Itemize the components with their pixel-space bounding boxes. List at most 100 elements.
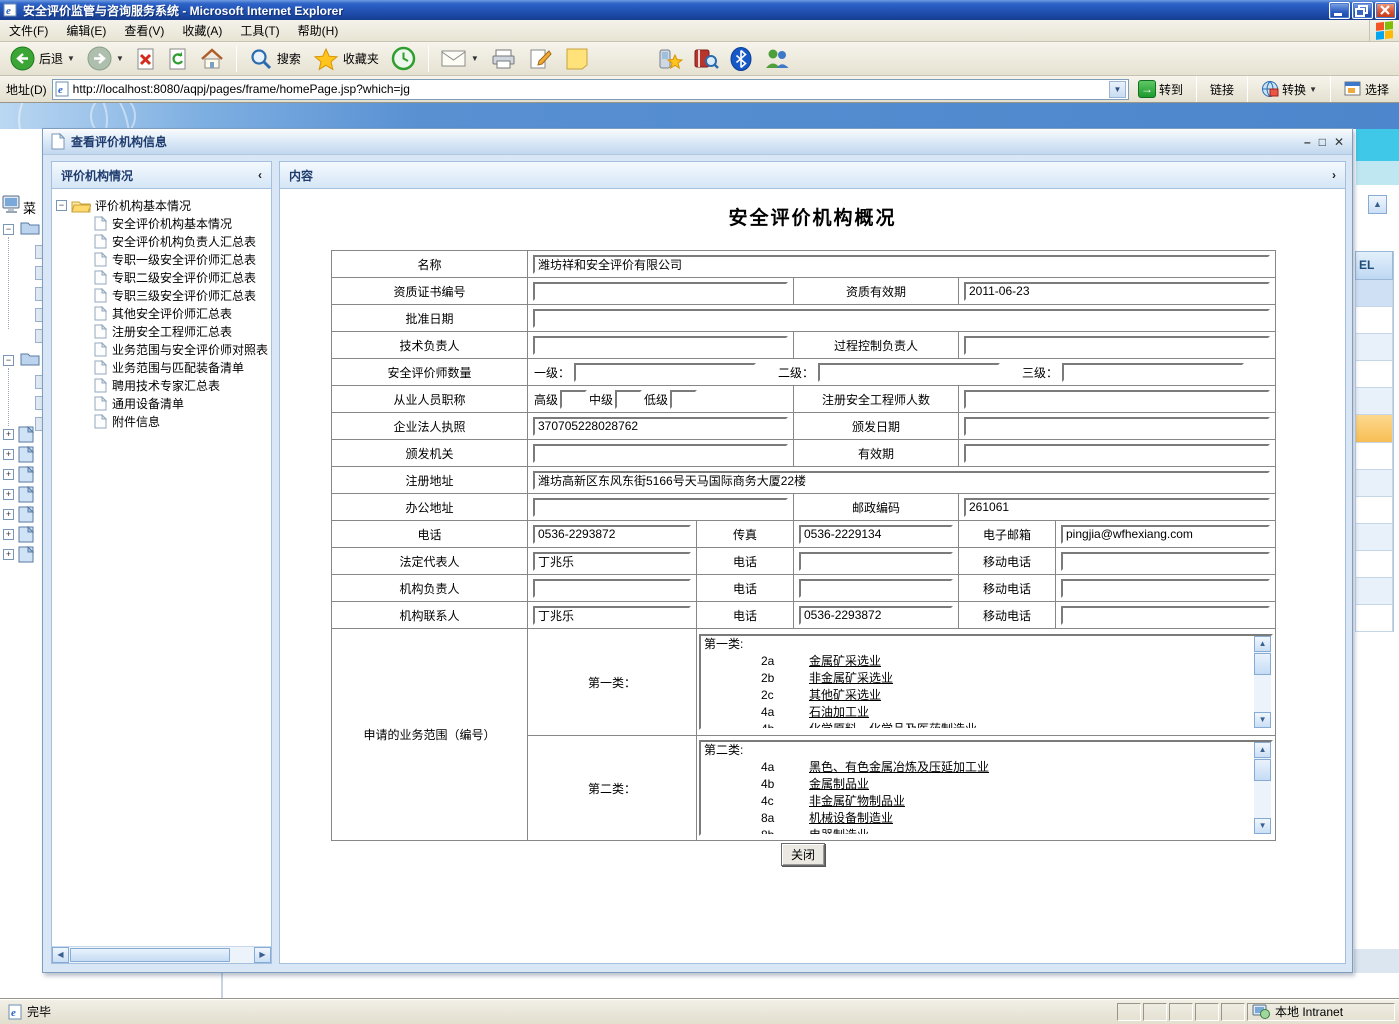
search-button[interactable]: 搜索: [245, 45, 305, 73]
tree-expand-icon[interactable]: +: [3, 509, 14, 520]
fax-input[interactable]: [799, 525, 953, 544]
scroll-up-button[interactable]: ▲: [1368, 195, 1387, 214]
tree-item[interactable]: 附件信息: [94, 412, 271, 430]
issue-date-input[interactable]: [964, 417, 1270, 436]
back-dropdown[interactable]: ▼: [67, 54, 75, 63]
tree-item[interactable]: 注册安全工程师汇总表: [94, 322, 271, 340]
mail-dropdown[interactable]: ▼: [471, 54, 479, 63]
mail-button[interactable]: ▼: [437, 47, 483, 71]
messenger-phone-icon[interactable]: [657, 46, 683, 72]
menu-favorites[interactable]: 收藏(A): [173, 19, 231, 42]
select-button[interactable]: 选择: [1340, 80, 1393, 99]
address-dropdown-icon[interactable]: ▼: [1109, 81, 1126, 98]
cert-valid-input[interactable]: [964, 282, 1270, 301]
email-input[interactable]: [1061, 525, 1270, 544]
stop-button[interactable]: [132, 45, 160, 73]
phone-input[interactable]: [533, 525, 691, 544]
level2-input[interactable]: [818, 363, 1000, 382]
minimize-button[interactable]: [1329, 2, 1350, 19]
horizontal-scrollbar[interactable]: ◀ ▶: [52, 946, 271, 963]
senior-input[interactable]: [560, 390, 587, 409]
scrollbar-thumb[interactable]: [1254, 653, 1271, 675]
vertical-scrollbar[interactable]: ▲ ▼: [1254, 636, 1271, 728]
dialog-close-button[interactable]: ✕: [1334, 135, 1344, 149]
tree-expand-icon[interactable]: +: [3, 529, 14, 540]
list-item[interactable]: 8a机械设备制造业: [701, 810, 1253, 827]
list-item[interactable]: 8b电器制造业: [701, 827, 1253, 836]
legal-rep-phone-input[interactable]: [799, 552, 953, 571]
level1-input[interactable]: [574, 363, 756, 382]
zip-input[interactable]: [964, 498, 1270, 517]
links-button[interactable]: 链接: [1206, 80, 1238, 99]
refresh-button[interactable]: [164, 45, 192, 73]
forward-button[interactable]: ▼: [83, 44, 128, 73]
go-button[interactable]: → 转到: [1134, 79, 1187, 99]
forward-dropdown[interactable]: ▼: [116, 54, 124, 63]
tree-collapse-icon[interactable]: −: [3, 355, 14, 366]
list-item[interactable]: 2a金属矿采选业: [701, 653, 1253, 670]
tree-expand-icon[interactable]: +: [3, 469, 14, 480]
list-item[interactable]: 4a黑色、有色金属冶炼及压延加工业: [701, 759, 1253, 776]
history-button[interactable]: [387, 44, 420, 73]
list-item[interactable]: 4b金属制品业: [701, 776, 1253, 793]
category2-listbox[interactable]: 第二类: 4a黑色、有色金属冶炼及压延加工业 4b金属制品业 4c非金属矿物制品…: [699, 740, 1273, 836]
bluetooth-icon[interactable]: [729, 46, 753, 72]
tree-expand-icon[interactable]: +: [3, 449, 14, 460]
tech-head-input[interactable]: [533, 336, 788, 355]
edit-button[interactable]: [525, 45, 557, 73]
messenger-buddies-icon[interactable]: [763, 46, 791, 72]
back-button[interactable]: 后退▼: [6, 44, 79, 73]
name-input[interactable]: [533, 255, 1270, 274]
org-contact-mobile-input[interactable]: [1061, 606, 1270, 625]
home-button[interactable]: [196, 45, 228, 73]
tree-collapse-icon[interactable]: −: [3, 224, 14, 235]
menu-view[interactable]: 查看(V): [115, 19, 173, 42]
legal-rep-mobile-input[interactable]: [1061, 552, 1270, 571]
menu-help[interactable]: 帮助(H): [289, 19, 348, 42]
scroll-up-button[interactable]: ▲: [1254, 636, 1271, 652]
org-contact-input[interactable]: [533, 606, 691, 625]
tree-root-node[interactable]: − 评价机构基本情况: [56, 196, 271, 214]
tree-expand-icon[interactable]: +: [3, 429, 14, 440]
list-item[interactable]: 2c其他矿采选业: [701, 687, 1253, 704]
org-head-mobile-input[interactable]: [1061, 579, 1270, 598]
reg-addr-input[interactable]: [533, 471, 1270, 490]
list-item[interactable]: 4c非金属矿物制品业: [701, 793, 1253, 810]
scrollbar-thumb[interactable]: [70, 948, 230, 962]
restore-button[interactable]: [1352, 2, 1373, 19]
scroll-left-button[interactable]: ◀: [52, 947, 69, 963]
tree-item[interactable]: 安全评价机构负责人汇总表: [94, 232, 271, 250]
scroll-down-button[interactable]: ▼: [1254, 712, 1271, 728]
issue-org-input[interactable]: [533, 444, 788, 463]
list-item[interactable]: 2b非金属矿采选业: [701, 670, 1253, 687]
favorites-button[interactable]: 收藏夹: [309, 45, 383, 73]
category1-listbox[interactable]: 第一类: 2a金属矿采选业 2b非金属矿采选业 2c其他矿采选业 4a石油加工业…: [699, 634, 1273, 730]
engineer-count-input[interactable]: [964, 390, 1270, 409]
tree-item[interactable]: 其他安全评价师汇总表: [94, 304, 271, 322]
tree-item[interactable]: 专职三级安全评价师汇总表: [94, 286, 271, 304]
approve-date-input[interactable]: [533, 309, 1270, 328]
close-button[interactable]: [1375, 2, 1396, 19]
legal-rep-input[interactable]: [533, 552, 691, 571]
dialog-minimize-button[interactable]: –: [1304, 135, 1311, 149]
close-form-button[interactable]: 关闭: [781, 843, 825, 866]
menu-file[interactable]: 文件(F): [0, 19, 57, 42]
cert-no-input[interactable]: [533, 282, 788, 301]
valid-period-input[interactable]: [964, 444, 1270, 463]
print-button[interactable]: [487, 46, 521, 72]
list-item[interactable]: 4b化学原料、化学品及医药制造业: [701, 721, 1253, 730]
office-addr-input[interactable]: [533, 498, 788, 517]
vertical-scrollbar[interactable]: ▲ ▼: [1254, 742, 1271, 834]
tree-item[interactable]: 专职二级安全评价师汇总表: [94, 268, 271, 286]
scroll-right-button[interactable]: ▶: [254, 947, 271, 963]
process-head-input[interactable]: [964, 336, 1270, 355]
convert-dropdown[interactable]: ▼: [1309, 85, 1317, 94]
tree-item[interactable]: 专职一级安全评价师汇总表: [94, 250, 271, 268]
org-contact-phone-input[interactable]: [799, 606, 953, 625]
note-button[interactable]: [561, 45, 593, 73]
convert-button[interactable]: 转换 ▼: [1257, 79, 1321, 99]
tree-item[interactable]: 通用设备清单: [94, 394, 271, 412]
list-item[interactable]: 4a石油加工业: [701, 704, 1253, 721]
expand-panel-icon[interactable]: ›: [1332, 168, 1336, 182]
tree-item[interactable]: 业务范围与安全评价师对照表: [94, 340, 271, 358]
